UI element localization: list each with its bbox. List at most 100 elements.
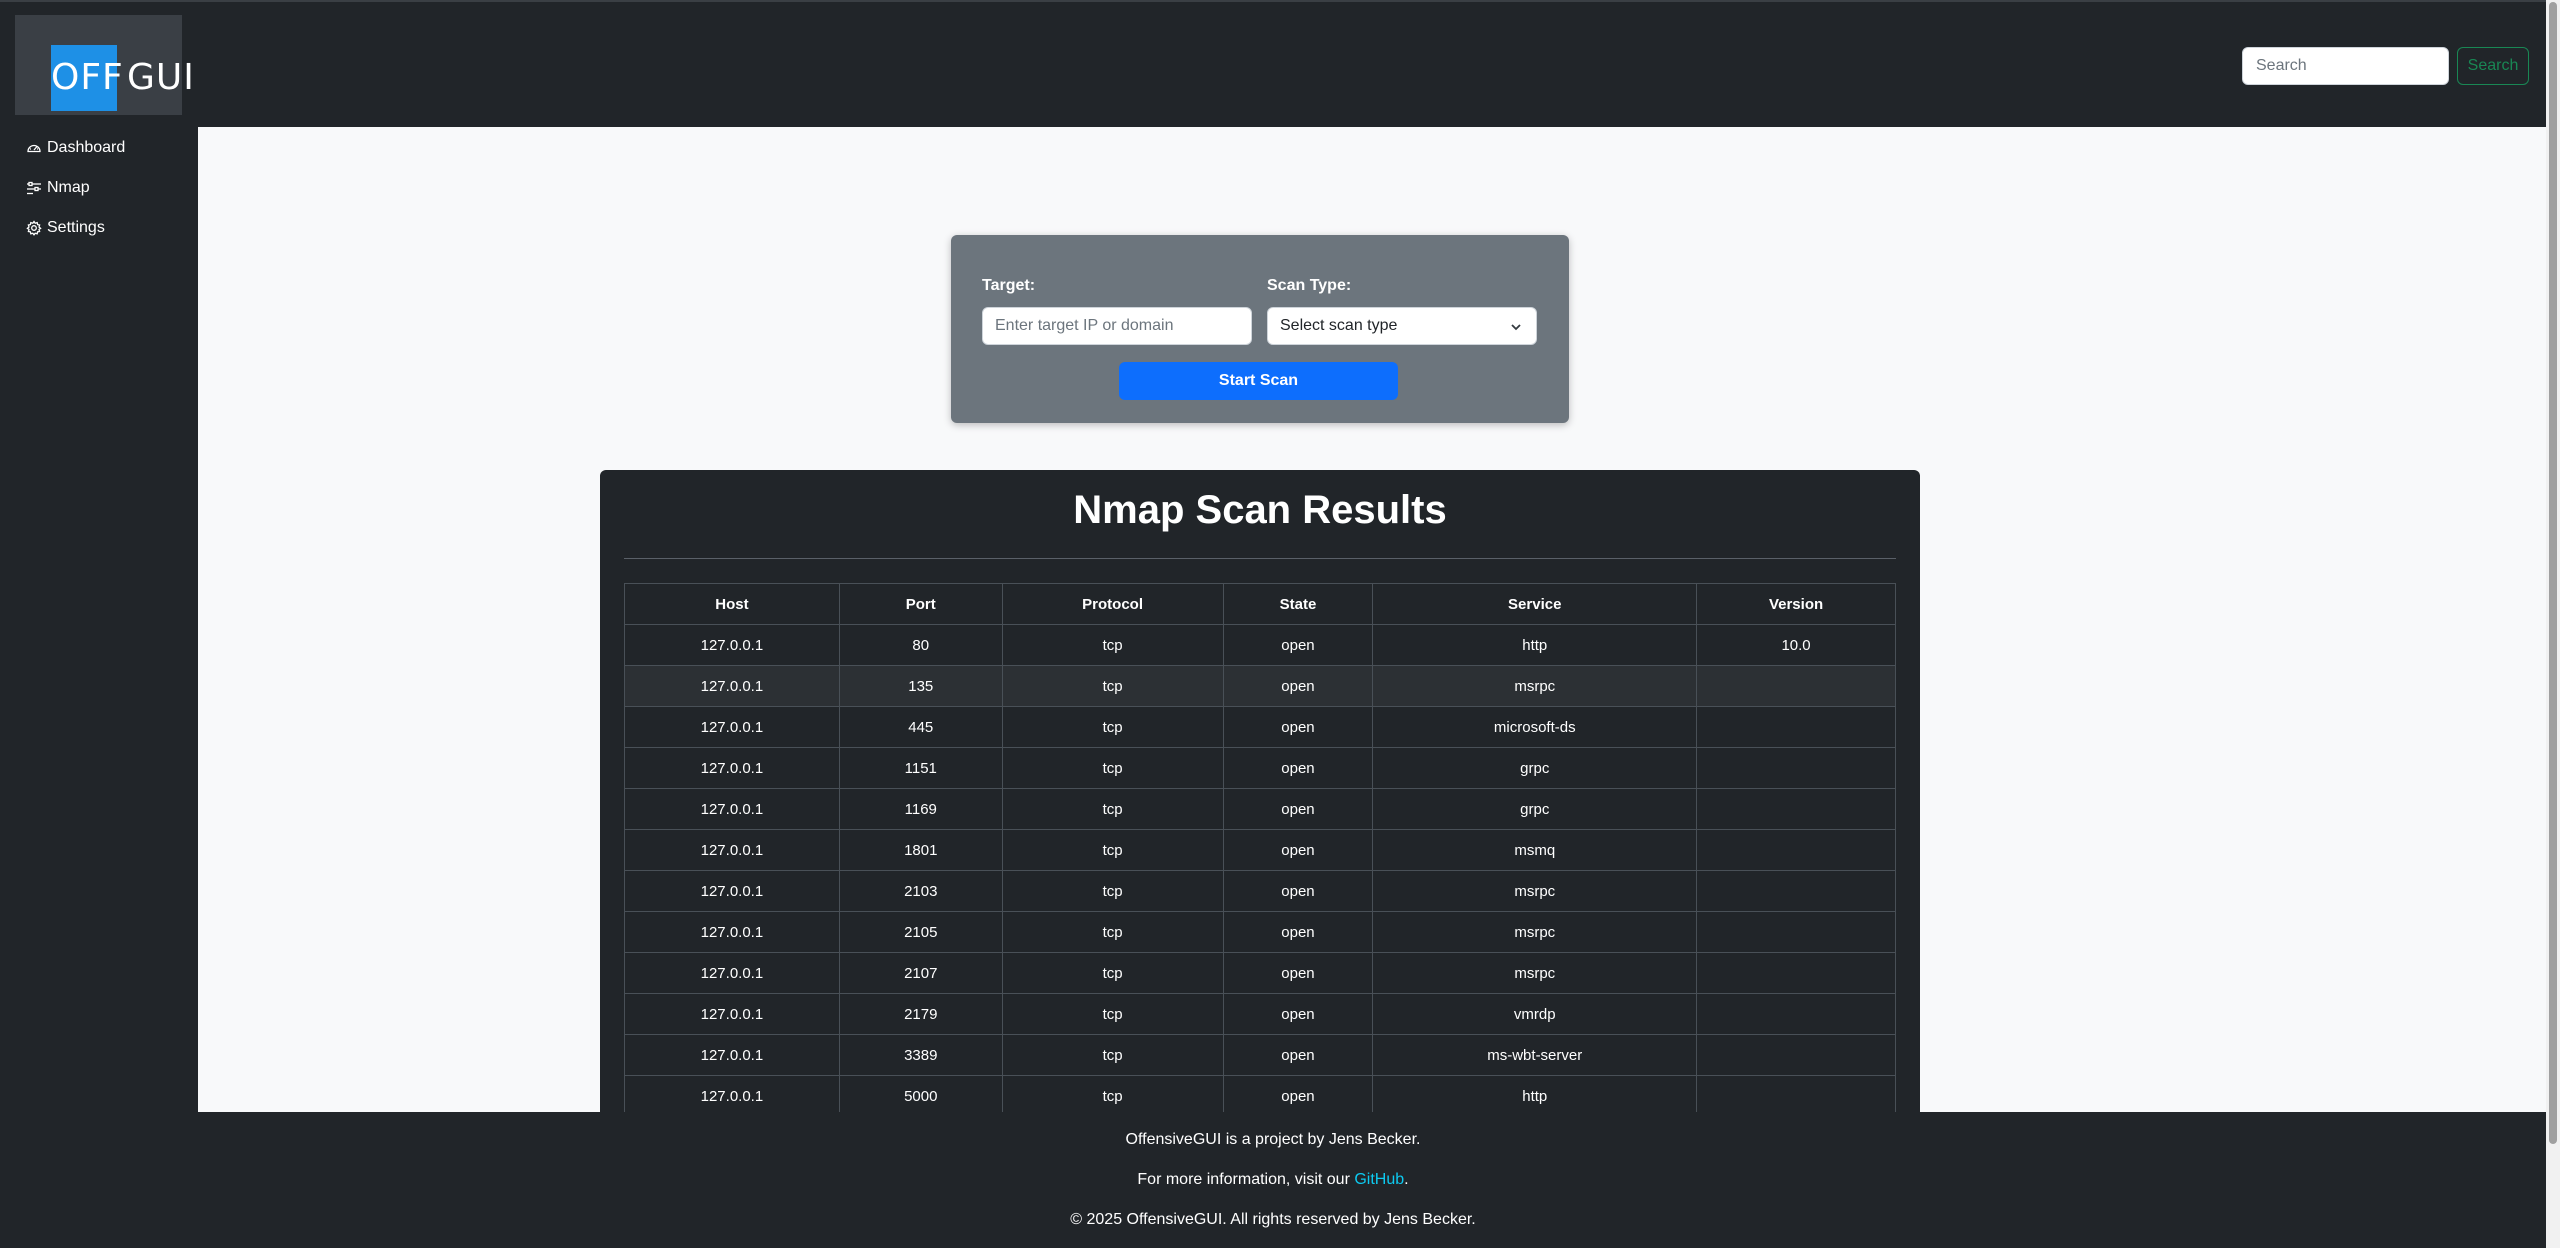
sliders-icon [27,181,41,195]
sidebar-item-label: Nmap [47,179,90,196]
cell-host: 127.0.0.1 [624,1075,840,1112]
footer-info-suffix: . [1404,1171,1409,1188]
cell-state: open [1222,788,1374,830]
scrollbar-thumb[interactable] [2549,2,2557,1144]
cell-port: 1151 [838,747,1003,789]
cell-protocol: tcp [1001,870,1224,912]
cell-protocol: tcp [1001,1034,1224,1076]
cell-port: 1169 [838,788,1003,830]
cell-protocol: tcp [1001,706,1224,748]
cell-state: open [1222,624,1374,666]
cell-port: 1801 [838,829,1003,871]
sidebar-item-dashboard[interactable]: Dashboard [26,135,125,161]
logo[interactable]: OFF GUI [15,15,194,115]
scan-results-panel: Nmap Scan Results Host Port Protocol Sta… [600,470,1920,1112]
cell-service: http [1372,1075,1698,1112]
cell-version [1696,747,1896,789]
cell-version [1696,829,1896,871]
cell-state: open [1222,870,1374,912]
sidebar-item-nmap[interactable]: Nmap [26,175,90,201]
cell-protocol: tcp [1001,952,1224,994]
logo-off-text: OFF [51,45,123,111]
search-input[interactable] [2242,47,2449,85]
cell-host: 127.0.0.1 [624,624,840,666]
cell-state: open [1222,1075,1374,1112]
cell-service: ms-wbt-server [1372,1034,1698,1076]
sidebar-item-settings[interactable]: Settings [26,215,105,241]
cell-service: msmq [1372,829,1698,871]
column-header-protocol: Protocol [1001,583,1224,625]
scan-type-label: Scan Type: [1267,277,1352,294]
footer-info: For more information, visit our GitHub. [0,1171,2546,1189]
cell-port: 445 [838,706,1003,748]
table-row: 127.0.0.1 5000 tcp open http [624,1075,1896,1112]
column-header-host: Host [624,583,840,625]
cell-version [1696,1034,1896,1076]
footer-credit: OffensiveGUI is a project by Jens Becker… [1125,1131,1421,1148]
sidebar: Dashboard Nmap Settings [0,127,198,1112]
table-row: 127.0.0.1 2103 tcp open msrpc [624,870,1896,912]
sidebar-item-label: Settings [47,219,105,236]
cell-service: msrpc [1372,911,1698,953]
cell-host: 127.0.0.1 [624,952,840,994]
table-header-row: Host Port Protocol State Service Version [624,583,1896,625]
logo-gui-text: GUI [127,57,195,98]
table-row: 127.0.0.1 2179 tcp open vmrdp [624,993,1896,1035]
table-row: 127.0.0.1 2105 tcp open msrpc [624,911,1896,953]
table-row: 127.0.0.1 1169 tcp open grpc [624,788,1896,830]
cell-version [1696,870,1896,912]
footer: OffensiveGUI is a project by Jens Becker… [0,1112,2546,1248]
cell-protocol: tcp [1001,829,1224,871]
cell-protocol: tcp [1001,624,1224,666]
cell-service: grpc [1372,788,1698,830]
table-row: 127.0.0.1 135 tcp open msrpc [624,665,1896,707]
cell-state: open [1222,1034,1374,1076]
footer-copyright: © 2025 OffensiveGUI. All rights reserved… [1070,1211,1476,1228]
page-scrollbar[interactable] [2546,0,2560,1248]
cell-version [1696,788,1896,830]
cell-service: vmrdp [1372,993,1698,1035]
scan-type-select[interactable]: Select scan type [1267,307,1537,345]
github-link[interactable]: GitHub [1354,1171,1404,1188]
cell-port: 2103 [838,870,1003,912]
speedometer-icon [27,144,41,153]
cell-version [1696,993,1896,1035]
cell-host: 127.0.0.1 [624,747,840,789]
cell-version [1696,706,1896,748]
cell-version [1696,911,1896,953]
target-label: Target: [982,277,1036,294]
cell-protocol: tcp [1001,747,1224,789]
cell-host: 127.0.0.1 [624,993,840,1035]
cell-service: grpc [1372,747,1698,789]
gear-icon [26,220,42,236]
target-input[interactable] [982,307,1252,345]
cell-protocol: tcp [1001,1075,1224,1112]
cell-port: 3389 [838,1034,1003,1076]
cell-version: 10.0 [1696,624,1896,666]
cell-port: 2107 [838,952,1003,994]
cell-service: msrpc [1372,665,1698,707]
cell-protocol: tcp [1001,911,1224,953]
cell-service: microsoft-ds [1372,706,1698,748]
table-row: 127.0.0.1 445 tcp open microsoft-ds [624,706,1896,748]
cell-host: 127.0.0.1 [624,829,840,871]
table-row: 127.0.0.1 1801 tcp open msmq [624,829,1896,871]
column-header-state: State [1222,583,1374,625]
top-navbar: OFF GUI Search [0,2,2546,127]
search-button[interactable]: Search [2457,47,2529,85]
results-table: Host Port Protocol State Service Version… [624,583,1896,1112]
results-title: Nmap Scan Results [1073,488,1447,532]
cell-port: 2179 [838,993,1003,1035]
sidebar-item-label: Dashboard [47,139,126,156]
cell-version [1696,665,1896,707]
cell-state: open [1222,665,1374,707]
cell-version [1696,1075,1896,1112]
cell-host: 127.0.0.1 [624,1034,840,1076]
cell-port: 5000 [838,1075,1003,1112]
start-scan-button[interactable]: Start Scan [1119,362,1398,400]
cell-state: open [1222,952,1374,994]
divider [624,558,1896,559]
table-row: 127.0.0.1 80 tcp open http 10.0 [624,624,1896,666]
cell-host: 127.0.0.1 [624,665,840,707]
cell-host: 127.0.0.1 [624,706,840,748]
